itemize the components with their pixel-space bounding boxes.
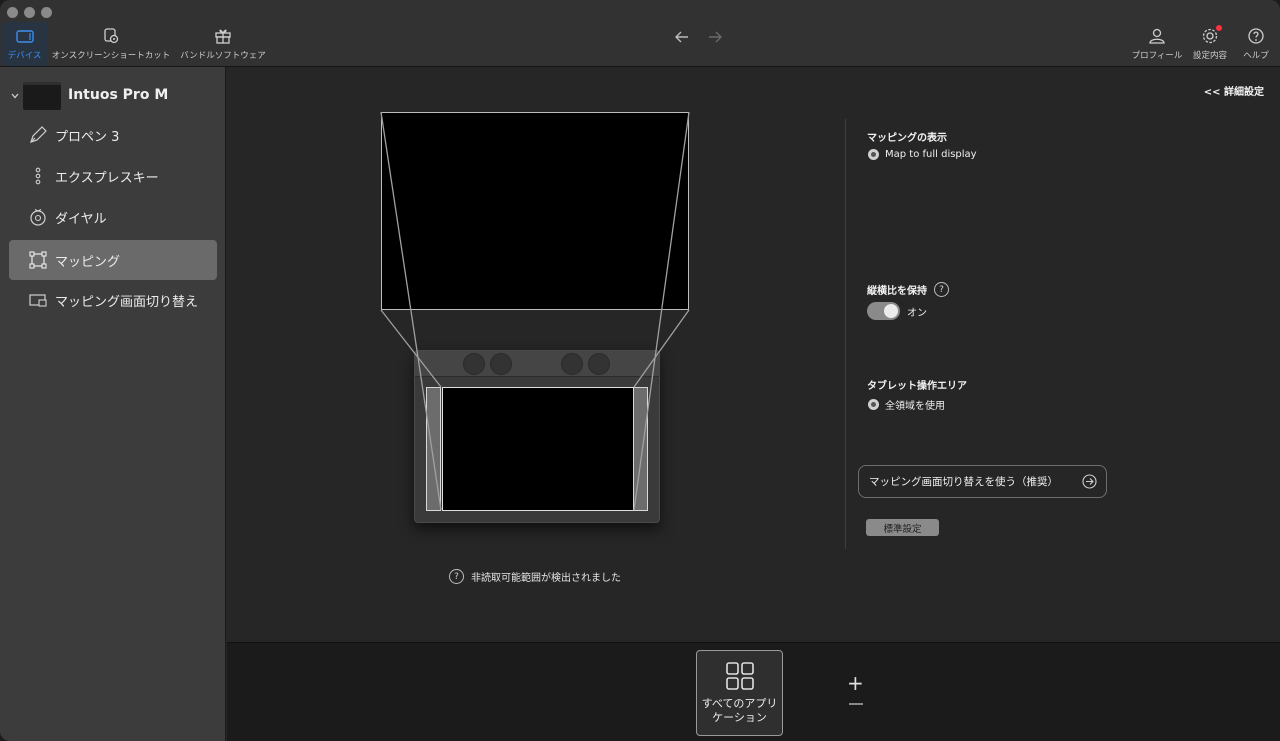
chevron-down-icon[interactable] — [10, 91, 20, 101]
person-icon — [1149, 28, 1165, 44]
sidebar-item-mapping[interactable]: マッピング — [9, 240, 217, 280]
tablet-express-key — [588, 353, 610, 375]
tablet-top-bar — [415, 351, 659, 377]
sidebar-item-label: マッピング画面切り替え — [55, 294, 199, 310]
sidebar-item-display-toggle[interactable]: マッピング画面切り替え — [9, 280, 217, 320]
unreadable-area-notice: ? 非読取可能範囲が検出されました — [449, 569, 621, 584]
app-window: デバイス オンスクリーンショートカット バンドルソフトウェア プロフィール 設定… — [0, 0, 1280, 741]
use-full-area-option[interactable]: 全領域を使用 — [868, 397, 945, 412]
advanced-settings-link[interactable]: << 詳細設定 — [1204, 83, 1264, 98]
panel-divider — [845, 119, 846, 549]
grid-icon — [725, 662, 754, 690]
toolbar: デバイス オンスクリーンショートカット バンドルソフトウェア プロフィール 設定… — [0, 0, 1280, 67]
device-row[interactable]: Intuos Pro M — [0, 79, 226, 113]
tablet-area-title: タブレット操作エリア — [867, 381, 967, 392]
toolbar-help[interactable]: ヘルプ — [1238, 22, 1274, 66]
dial-icon — [30, 209, 46, 226]
arrow-right-circle-icon — [1082, 474, 1097, 489]
notice-text: 非読取可能範囲が検出されました — [471, 573, 621, 584]
use-display-toggle-label: マッピング画面切り替えを使う（推奨） — [869, 476, 1058, 488]
tablet-preview — [414, 350, 660, 523]
unreadable-area-right — [633, 387, 648, 511]
use-display-toggle-button[interactable]: マッピング画面切り替えを使う（推奨） — [858, 465, 1107, 498]
toolbar-settings-label: 設定内容 — [1192, 51, 1227, 61]
device-name: Intuos Pro M — [68, 87, 169, 103]
display-preview — [381, 112, 689, 310]
question-icon[interactable]: ? — [934, 282, 949, 297]
question-icon[interactable]: ? — [449, 569, 464, 584]
toolbar-profile[interactable]: プロフィール — [1128, 22, 1186, 66]
close-window-button[interactable] — [7, 7, 18, 18]
sidebar: Intuos Pro M プロペン 3 エクスプレスキー ダイヤル マッピング … — [0, 67, 226, 741]
toolbar-devices[interactable]: デバイス — [2, 22, 47, 66]
all-applications-label: すべてのアプリケーション — [701, 697, 778, 724]
minimize-window-button[interactable] — [24, 7, 35, 18]
add-application-button[interactable]: + — [847, 673, 864, 693]
mapping-icon — [29, 251, 47, 269]
tablet-express-key — [463, 353, 485, 375]
gift-icon — [215, 29, 231, 44]
radio-selected-icon[interactable] — [868, 399, 879, 410]
zoom-window-button[interactable] — [41, 7, 52, 18]
sidebar-item-label: エクスプレスキー — [55, 170, 159, 186]
tablet-express-key — [490, 353, 512, 375]
all-applications-tile[interactable]: すべてのアプリケーション — [696, 650, 783, 736]
device-thumbnail — [23, 82, 61, 110]
onscreen-shortcut-icon — [104, 28, 119, 44]
aspect-ratio-toggle-row: オン — [867, 302, 927, 320]
toolbar-onscreen-shortcuts[interactable]: オンスクリーンショートカット — [52, 22, 170, 66]
application-bar: すべてのアプリケーション + — [227, 642, 1280, 741]
sidebar-item-label: ダイヤル — [55, 211, 107, 227]
sidebar-item-label: マッピング — [55, 254, 121, 270]
default-button[interactable]: 標準設定 — [866, 519, 939, 536]
sidebar-item-dial[interactable]: ダイヤル — [9, 197, 217, 237]
sidebar-item-label: プロペン 3 — [55, 129, 120, 145]
back-arrow-icon[interactable] — [673, 28, 691, 46]
toolbar-bundled-software-label: バンドルソフトウェア — [180, 51, 266, 61]
toolbar-devices-label: デバイス — [7, 51, 42, 61]
radio-selected-icon[interactable] — [868, 149, 879, 160]
toolbar-onscreen-shortcuts-label: オンスクリーンショートカット — [51, 51, 171, 61]
toolbar-bundled-software[interactable]: バンドルソフトウェア — [180, 22, 266, 66]
forward-arrow-icon[interactable] — [706, 28, 724, 46]
remove-application-button[interactable] — [849, 703, 863, 705]
sidebar-item-pro-pen[interactable]: プロペン 3 — [9, 115, 217, 155]
mapping-display-title: マッピングの表示 — [867, 133, 947, 144]
tablet-active-area[interactable] — [442, 387, 634, 511]
map-full-display-option[interactable]: Map to full display — [868, 149, 977, 160]
express-keys-icon — [35, 167, 41, 185]
tablet-express-key — [561, 353, 583, 375]
display-toggle-icon — [29, 294, 47, 307]
main-panel: << 詳細設定 ? 非読取可能範囲が検出されました マッピングの表示 Map t… — [227, 67, 1280, 642]
toolbar-settings[interactable]: 設定内容 — [1190, 22, 1230, 66]
aspect-ratio-title: 縦横比を保持 — [867, 286, 927, 297]
notification-badge — [1216, 25, 1222, 31]
aspect-ratio-toggle[interactable] — [867, 302, 900, 320]
pen-icon — [30, 126, 47, 143]
unreadable-area-left — [426, 387, 441, 511]
sidebar-item-express-keys[interactable]: エクスプレスキー — [9, 156, 217, 196]
use-full-area-label: 全領域を使用 — [885, 401, 945, 412]
toolbar-help-label: ヘルプ — [1243, 51, 1269, 61]
map-full-display-label: Map to full display — [885, 149, 977, 160]
toolbar-profile-label: プロフィール — [1131, 51, 1183, 61]
aspect-ratio-title-row: 縦横比を保持 ? — [867, 282, 949, 297]
toggle-label: オン — [907, 307, 927, 319]
tablet-icon — [15, 30, 34, 43]
help-icon — [1248, 28, 1264, 44]
